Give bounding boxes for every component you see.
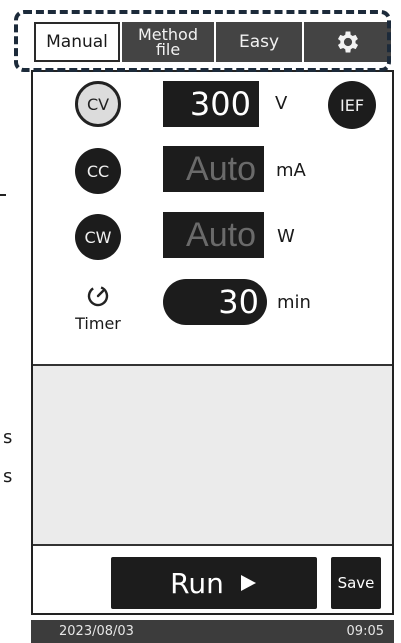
side-text-fragment: s [3,427,13,448]
current-field[interactable]: Auto [163,146,264,192]
run-button[interactable]: Run [111,557,317,609]
status-bar: 2023/08/03 09:05 [31,620,394,643]
save-button[interactable]: Save [331,557,381,609]
timer-label: Timer [75,314,121,333]
side-text-fragment: s [3,466,13,487]
voltage-field[interactable]: 300 [163,81,259,127]
highlight-dashed-frame [14,10,391,72]
run-button-label: Run [170,566,224,600]
play-icon [240,575,256,591]
timer-field[interactable]: 30 [163,279,267,325]
power-field[interactable]: Auto [163,212,264,258]
empty-display-area [33,364,392,546]
side-tick-mark [0,194,6,196]
status-date: 2023/08/03 [59,624,134,639]
cc-mode-button[interactable]: CC [75,148,121,194]
timer-unit: min [277,292,311,313]
status-time: 09:05 [346,624,384,639]
timer-icon [87,285,109,307]
cw-mode-button[interactable]: CW [75,214,121,260]
voltage-unit: V [275,93,288,114]
power-unit: W [277,226,295,247]
ief-mode-button[interactable]: IEF [328,81,376,129]
current-unit: mA [276,160,306,181]
cv-mode-button[interactable]: CV [75,81,121,127]
